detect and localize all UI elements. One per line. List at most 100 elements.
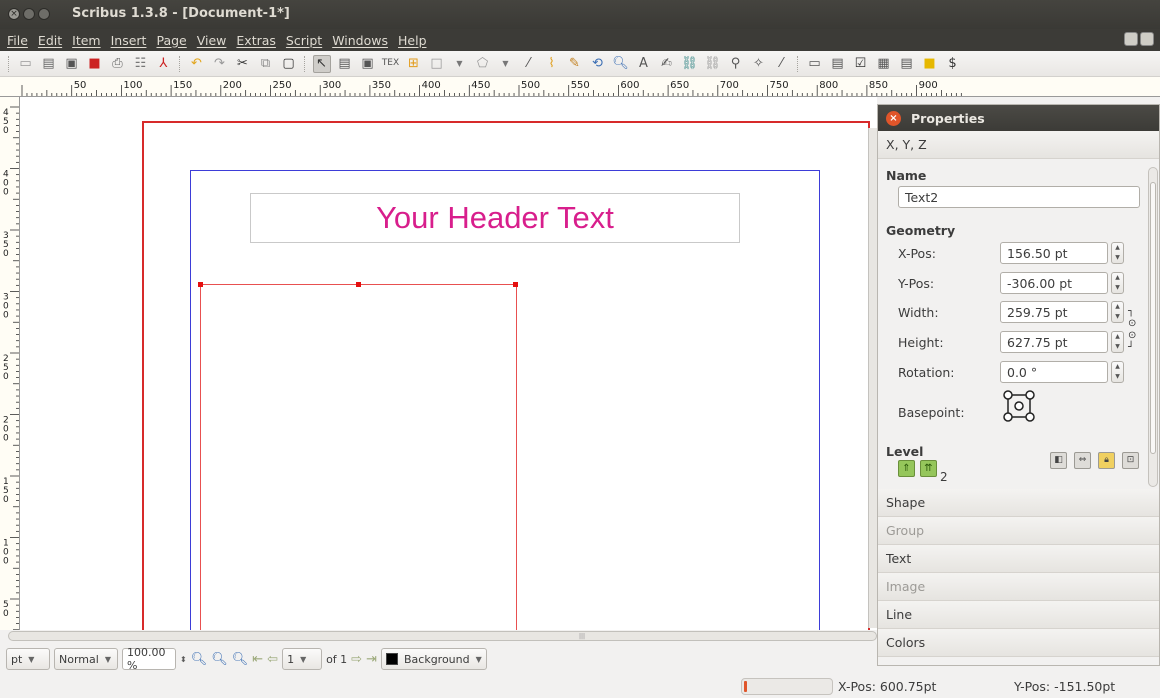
resize-handle[interactable] <box>198 282 203 287</box>
unit-select[interactable]: pt ▼ <box>6 648 50 670</box>
xpos-stepper[interactable]: ▲ ▼ <box>1111 242 1124 264</box>
width-stepper[interactable]: ▲ ▼ <box>1111 301 1124 323</box>
ypos-field[interactable]: -306.00 pt <box>1000 272 1108 294</box>
cut-icon[interactable]: ✂ <box>234 55 252 73</box>
raise-icon[interactable]: ⇈ <box>920 460 937 477</box>
polygon-dropdown-icon[interactable]: ▼ <box>497 55 515 73</box>
resize-handle[interactable] <box>356 282 361 287</box>
document-canvas[interactable]: Your Header Text <box>20 97 877 630</box>
eyedropper-icon[interactable]: ⁄ <box>773 55 791 73</box>
view-mode-select[interactable]: Normal ▼ <box>54 648 118 670</box>
name-field[interactable]: Text2 <box>898 186 1140 208</box>
tab-line[interactable]: Line <box>878 601 1159 629</box>
pdf-listbox-icon[interactable]: ▤ <box>898 55 916 73</box>
properties-scrollbar[interactable] <box>1148 167 1158 487</box>
menu-page[interactable]: Page <box>151 33 191 48</box>
preflight-icon[interactable]: ☷ <box>132 55 150 73</box>
scroll-thumb[interactable] <box>1150 182 1156 454</box>
maximize-window-button[interactable] <box>38 8 50 20</box>
basepoint-selector-icon[interactable] <box>1000 387 1040 427</box>
copy-properties-icon[interactable]: ✧ <box>750 55 768 73</box>
select-item-icon[interactable]: ↖ <box>312 54 331 73</box>
height-field[interactable]: 627.75 pt <box>1000 331 1108 353</box>
pdf-link-icon[interactable]: $ <box>944 55 962 73</box>
pdf-button-icon[interactable]: ▭ <box>806 55 824 73</box>
next-page-icon[interactable]: ⇨ <box>351 652 362 667</box>
lock-icon[interactable]: 🔒︎ <box>1098 452 1115 469</box>
link-frames-icon[interactable]: ⛓ <box>681 55 699 73</box>
edit-text-icon[interactable]: A <box>635 55 653 73</box>
tab-text[interactable]: Text <box>878 545 1159 573</box>
restore-document-button[interactable] <box>1124 32 1138 46</box>
rotate-icon[interactable]: ⟲ <box>589 55 607 73</box>
tab-xyz[interactable]: X, Y, Z <box>878 131 1159 159</box>
canvas-horizontal-scrollbar[interactable]: ||| <box>8 631 877 641</box>
menu-edit[interactable]: Edit <box>33 33 67 48</box>
open-document-icon[interactable]: ▤ <box>40 55 58 73</box>
pdf-textfield-icon[interactable]: ▤ <box>829 55 847 73</box>
paste-icon[interactable]: ▢ <box>280 55 298 73</box>
menu-windows[interactable]: Windows <box>327 33 393 48</box>
lock-size-icon[interactable]: ⊡ <box>1122 452 1139 469</box>
flip-horizontal-icon[interactable]: ◧ <box>1050 452 1067 469</box>
header-text-frame[interactable]: Your Header Text <box>250 193 740 243</box>
menu-extras[interactable]: Extras <box>231 33 281 48</box>
export-pdf-icon[interactable]: ⅄ <box>155 55 173 73</box>
tab-colors[interactable]: Colors <box>878 629 1159 657</box>
bezier-icon[interactable]: ⌇ <box>543 55 561 73</box>
zoom-stepper-icon[interactable]: ⬍ <box>180 655 187 664</box>
selected-text-frame[interactable] <box>198 282 518 630</box>
menu-script[interactable]: Script <box>281 33 327 48</box>
flip-vertical-icon[interactable]: ⇔ <box>1074 452 1091 469</box>
undo-icon[interactable]: ↶ <box>188 55 206 73</box>
freehand-icon[interactable]: ✎ <box>566 55 584 73</box>
close-document-button[interactable] <box>1140 32 1154 46</box>
table-icon[interactable]: ⊞ <box>405 55 423 73</box>
polygon-icon[interactable]: ⬠ <box>474 55 492 73</box>
new-document-icon[interactable]: ▭ <box>17 55 35 73</box>
zoom-input[interactable]: 100.00 % <box>122 646 176 672</box>
redo-icon[interactable]: ↷ <box>211 55 229 73</box>
horizontal-ruler[interactable]: 50 100 150 200 250 300 350 400 450 500 550 600 650 70… <box>0 77 1160 97</box>
copy-icon[interactable]: ⧉ <box>257 55 275 73</box>
menu-insert[interactable]: Insert <box>106 33 152 48</box>
print-icon[interactable]: ⎙ <box>109 55 127 73</box>
line-icon[interactable]: ⁄ <box>520 55 538 73</box>
last-page-icon[interactable]: ⇥ <box>366 652 377 667</box>
shape-dropdown-icon[interactable]: ▼ <box>451 55 469 73</box>
close-icon[interactable]: × <box>886 110 901 126</box>
shape-icon[interactable]: □ <box>428 55 446 73</box>
xpos-field[interactable]: 156.50 pt <box>1000 242 1108 264</box>
previous-page-icon[interactable]: ⇦ <box>267 652 278 667</box>
layer-select[interactable]: Background ▼ <box>380 648 487 670</box>
story-editor-icon[interactable]: ✍ <box>658 55 676 73</box>
save-icon[interactable]: ▣ <box>63 55 81 73</box>
height-stepper[interactable]: ▲ ▼ <box>1111 331 1124 353</box>
pdf-annotation-icon[interactable]: ■ <box>921 55 939 73</box>
menu-view[interactable]: View <box>192 33 232 48</box>
width-field[interactable]: 259.75 pt <box>1000 301 1108 323</box>
ypos-stepper[interactable]: ▲ ▼ <box>1111 272 1124 294</box>
tab-shape[interactable]: Shape <box>878 489 1159 517</box>
unlink-frames-icon[interactable]: ⛓ <box>704 55 722 73</box>
rotation-field[interactable]: 0.0 ° <box>1000 361 1108 383</box>
menu-item[interactable]: Item <box>67 33 105 48</box>
close-doc-icon[interactable]: ■ <box>86 55 104 73</box>
zoom-100-icon[interactable]: 🔍︎ <box>211 652 228 667</box>
render-frame-icon[interactable]: TEX <box>382 55 400 73</box>
pdf-checkbox-icon[interactable]: ☑ <box>852 55 870 73</box>
text-frame-icon[interactable]: ▤ <box>336 55 354 73</box>
menu-file[interactable]: File <box>2 33 33 48</box>
zoom-in-icon[interactable]: 🔍︎ <box>232 652 249 667</box>
keep-ratio-chain-icon[interactable]: ┐ ⊙ ⊙ ┘ <box>1128 306 1136 354</box>
zoom-out-icon[interactable]: 🔍︎ <box>191 652 208 667</box>
menu-help[interactable]: Help <box>393 33 432 48</box>
raise-to-top-icon[interactable]: ⇑ <box>898 460 915 477</box>
close-window-button[interactable]: × <box>8 8 20 20</box>
page-select[interactable]: 1 ▼ <box>282 648 323 670</box>
first-page-icon[interactable]: ⇤ <box>252 652 263 667</box>
image-frame-icon[interactable]: ▣ <box>359 55 377 73</box>
minimize-window-button[interactable] <box>23 8 35 20</box>
rotation-stepper[interactable]: ▲ ▼ <box>1111 361 1124 383</box>
vertical-ruler[interactable]: 45040035030025020015010050 <box>0 97 20 630</box>
